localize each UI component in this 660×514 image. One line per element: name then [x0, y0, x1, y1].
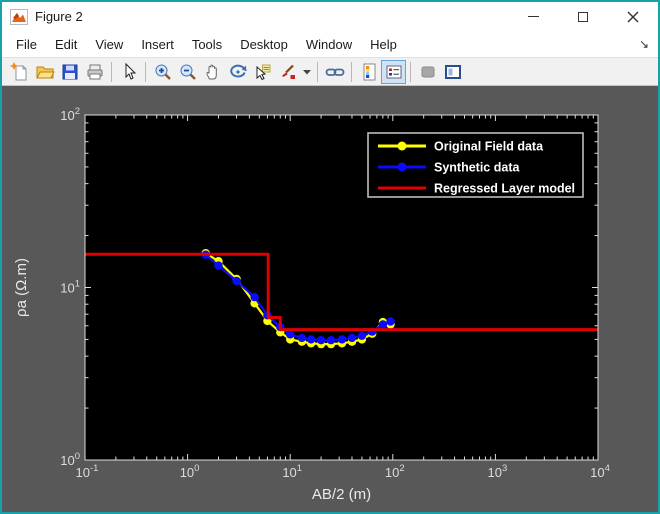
y-tick-label: 101 — [60, 279, 80, 296]
y-tick-label: 102 — [60, 106, 80, 123]
show-plot-tools-dock-button[interactable] — [440, 60, 465, 84]
save-floppy-icon — [60, 62, 80, 82]
pointer-arrow-icon — [119, 62, 139, 82]
legend-icon — [384, 62, 404, 82]
marker-synthetic-data — [327, 336, 335, 344]
x-axis-label: AB/2 (m) — [312, 486, 371, 503]
x-tick-label: 101 — [282, 463, 302, 480]
minimize-icon — [528, 16, 539, 17]
menubar: File Edit View Insert Tools Desktop Wind… — [2, 31, 658, 57]
legend-entry-label: Regressed Layer model — [434, 182, 575, 196]
minimize-button[interactable] — [508, 2, 558, 31]
menu-item-view[interactable]: View — [86, 33, 132, 56]
print-figure-button[interactable] — [82, 60, 107, 84]
toolbar-separator — [351, 62, 352, 82]
zoom-out-button[interactable] — [175, 60, 200, 84]
marker-synthetic-data — [317, 336, 325, 344]
menu-item-file[interactable]: File — [7, 33, 46, 56]
menu-item-tools[interactable]: Tools — [183, 33, 231, 56]
dropdown-caret-icon — [303, 69, 311, 75]
toolbar-separator — [111, 62, 112, 82]
window-title: Figure 2 — [35, 9, 83, 24]
maximize-icon — [578, 12, 588, 22]
edit-plot-button[interactable] — [116, 60, 141, 84]
insert-colorbar-button[interactable] — [356, 60, 381, 84]
marker-synthetic-data — [307, 335, 315, 343]
legend-marker-sample — [398, 163, 407, 172]
figure-toolbar — [2, 57, 658, 86]
legend-marker-sample — [398, 142, 407, 151]
rotate-3d-icon — [228, 62, 248, 82]
x-tick-label: 102 — [385, 463, 405, 480]
menu-item-desktop[interactable]: Desktop — [231, 33, 297, 56]
matlab-logo-icon — [10, 9, 28, 25]
marker-synthetic-data — [348, 334, 356, 342]
zoom-in-button[interactable] — [150, 60, 175, 84]
marker-synthetic-data — [386, 317, 394, 325]
data-cursor-icon — [253, 62, 273, 82]
pan-hand-icon — [203, 62, 223, 82]
hide-plot-tools-button[interactable] — [415, 60, 440, 84]
x-tick-label: 103 — [488, 463, 508, 480]
menu-item-window[interactable]: Window — [297, 33, 361, 56]
toolbar-separator — [317, 62, 318, 82]
menu-item-help[interactable]: Help — [361, 33, 406, 56]
open-folder-icon — [35, 62, 55, 82]
new-figure-button[interactable] — [7, 60, 32, 84]
legend-entry-label: Synthetic data — [434, 161, 520, 175]
menu-item-edit[interactable]: Edit — [46, 33, 86, 56]
zoom-in-icon — [153, 62, 173, 82]
dock-figure-arrow-icon[interactable]: ↘ — [639, 37, 649, 51]
show-plot-tools-icon — [443, 62, 463, 82]
new-figure-icon — [10, 62, 30, 82]
titlebar: Figure 2 — [2, 2, 658, 31]
close-icon — [627, 11, 639, 23]
toolbar-separator — [410, 62, 411, 82]
menu-item-insert[interactable]: Insert — [132, 33, 183, 56]
colorbar-icon — [359, 62, 379, 82]
pan-button[interactable] — [200, 60, 225, 84]
marker-synthetic-data — [232, 277, 240, 285]
figure-window: Figure 2 File Edit View Insert Tools Des… — [0, 0, 660, 514]
marker-synthetic-data — [338, 335, 346, 343]
x-tick-label: 100 — [180, 463, 200, 480]
marker-synthetic-data — [250, 293, 258, 301]
open-file-button[interactable] — [32, 60, 57, 84]
legend[interactable]: Original Field data Synthetic data Regress… — [368, 133, 583, 197]
printer-icon — [85, 62, 105, 82]
hide-plot-tools-icon — [418, 62, 438, 82]
marker-synthetic-data — [214, 261, 222, 269]
brush-data-button[interactable] — [275, 60, 300, 84]
brush-icon — [278, 62, 298, 82]
save-figure-button[interactable] — [57, 60, 82, 84]
toolbar-separator — [145, 62, 146, 82]
marker-synthetic-data — [298, 334, 306, 342]
link-chain-icon — [325, 62, 345, 82]
marker-synthetic-data — [286, 330, 294, 338]
y-axis-label: ρa (Ω.m) — [13, 258, 30, 317]
marker-synthetic-data — [358, 332, 366, 340]
close-button[interactable] — [608, 2, 658, 31]
x-tick-label: 10-1 — [76, 463, 99, 480]
x-tick-label: 104 — [590, 463, 610, 480]
marker-synthetic-data — [379, 320, 387, 328]
zoom-out-icon — [178, 62, 198, 82]
figure-canvas: 10-1100101102103104100101102AB/2 (m)ρa (… — [2, 86, 658, 512]
rotate-3d-button[interactable] — [225, 60, 250, 84]
brush-options-dropdown[interactable] — [300, 60, 313, 84]
insert-legend-button[interactable] — [381, 60, 406, 84]
legend-entry-label: Original Field data — [434, 140, 544, 154]
data-cursor-button[interactable] — [250, 60, 275, 84]
window-controls — [508, 2, 658, 31]
maximize-button[interactable] — [558, 2, 608, 31]
link-plot-button[interactable] — [322, 60, 347, 84]
figure-area: 10-1100101102103104100101102AB/2 (m)ρa (… — [2, 86, 658, 512]
